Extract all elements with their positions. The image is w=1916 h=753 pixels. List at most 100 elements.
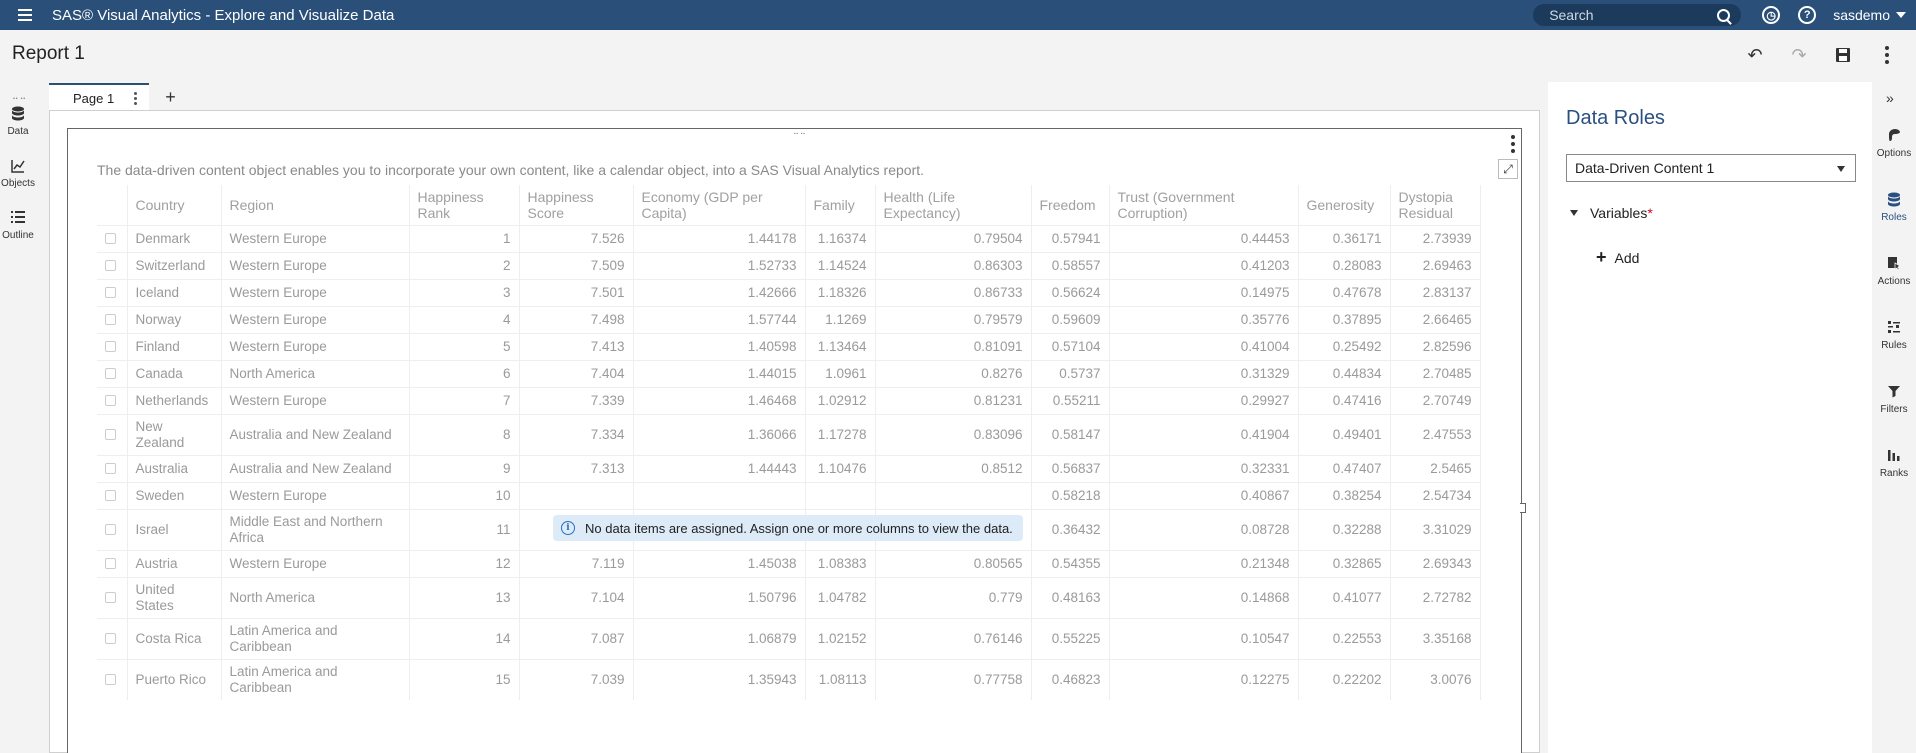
data-roles-pane: Data Roles Data-Driven Content 1 Variabl… [1548, 82, 1872, 753]
roles-icon [1872, 192, 1916, 212]
table-cell: 2.66465 [1390, 305, 1481, 333]
table-row[interactable]: Finland Western Europe 5 7.413 1.40598 1.1346… [97, 332, 1481, 360]
object-menu-icon[interactable] [1511, 135, 1515, 153]
expand-panel-icon[interactable]: » [1886, 90, 1894, 106]
row-checkbox[interactable] [105, 558, 116, 569]
rail-item-options[interactable]: Options [1872, 128, 1916, 159]
row-checkbox[interactable] [105, 463, 116, 474]
search-input[interactable] [1549, 7, 1718, 23]
row-checkbox[interactable] [105, 674, 116, 686]
table-cell: 0.41004 [1109, 332, 1299, 360]
table-cell: 7.413 [519, 332, 634, 360]
collapse-icon[interactable] [1570, 210, 1578, 216]
object-description: The data-driven content object enables y… [97, 162, 925, 178]
data-driven-content-object[interactable]: ⠒⠒ ⤢ The data-driven content object enab… [67, 128, 1526, 753]
chevron-down-icon[interactable] [1837, 166, 1845, 172]
table-cell: Middle East and Northern Africa [221, 508, 410, 550]
row-checkbox[interactable] [105, 314, 116, 325]
add-page-icon[interactable]: + [165, 87, 176, 108]
add-variable-button[interactable]: + Add [1596, 247, 1639, 268]
table-cell: 0.32331 [1109, 454, 1299, 482]
table-row[interactable]: Puerto Rico Latin America and Caribbean 15… [97, 658, 1481, 700]
table-header-row: Country Region Happiness Rank Happiness … [97, 185, 1481, 225]
table-row[interactable]: Netherlands Western Europe 7 7.339 1.46468 1.… [97, 386, 1481, 414]
row-select-cell [97, 413, 128, 455]
table-cell: 0.76146 [875, 617, 1032, 659]
rail-item-roles[interactable]: Roles [1872, 192, 1916, 223]
table-cell: Western Europe [221, 549, 410, 577]
rail-item-rules[interactable]: Rules [1872, 320, 1916, 351]
table-row[interactable]: Switzerland Western Europe 2 7.509 1.52733 1.… [97, 251, 1481, 279]
table-row[interactable]: Australia Australia and New Zealand 9 7.313… [97, 454, 1481, 482]
grip-icon[interactable]: ⠒⠒ [12, 94, 27, 105]
maximize-icon[interactable]: ⤢ [1498, 159, 1518, 179]
table-cell: 1.35943 [633, 658, 806, 700]
resize-handle[interactable] [1520, 503, 1526, 513]
database-icon [0, 106, 36, 126]
table-row[interactable]: Iceland Western Europe 3 7.501 1.42666 1.1832… [97, 278, 1481, 306]
row-checkbox[interactable] [105, 524, 116, 535]
table-cell: 0.41077 [1298, 576, 1391, 618]
row-checkbox[interactable] [105, 233, 116, 244]
save-icon[interactable] [1832, 44, 1854, 66]
more-options-icon[interactable] [1876, 44, 1898, 66]
rail-item-outline[interactable]: Outline [0, 210, 36, 241]
rail-item-objects[interactable]: Objects [0, 158, 36, 189]
variables-section[interactable]: Variables* [1570, 205, 1653, 221]
menu-icon[interactable] [0, 0, 50, 30]
tab-menu-icon[interactable] [134, 91, 138, 105]
table-cell: 7.087 [519, 617, 634, 659]
table-row[interactable]: Norway Western Europe 4 7.498 1.57744 1.1269 0… [97, 305, 1481, 333]
table-cell: 1.1269 [805, 305, 876, 333]
table-cell: Western Europe [221, 386, 410, 414]
table-cell: 0.58147 [1031, 413, 1110, 455]
table-cell: 1.42666 [633, 278, 806, 306]
rail-item-ranks[interactable]: Ranks [1872, 448, 1916, 479]
row-checkbox[interactable] [105, 490, 116, 501]
table-cell: 1.36066 [633, 413, 806, 455]
user-menu[interactable]: sasdemo [1833, 7, 1890, 23]
table-row[interactable]: United States North America 13 7.104 1.50796… [97, 576, 1481, 618]
table-cell: 0.55211 [1031, 386, 1110, 414]
rail-item-data[interactable]: Data [0, 106, 36, 137]
redo-icon[interactable]: ↷ [1788, 44, 1810, 66]
search-icon[interactable] [1717, 8, 1731, 22]
required-marker: * [1647, 205, 1653, 221]
rail-item-filters[interactable]: Filters [1872, 384, 1916, 415]
recent-icon[interactable]: ◷ [1762, 6, 1781, 24]
pane-title: Data Roles [1566, 107, 1665, 129]
row-checkbox[interactable] [105, 287, 116, 298]
row-checkbox[interactable] [105, 395, 116, 406]
grip-icon[interactable]: ⠒⠒ [793, 130, 807, 139]
row-checkbox[interactable] [105, 341, 116, 352]
table-row[interactable]: Denmark Western Europe 1 7.526 1.44178 1.1637… [97, 224, 1481, 252]
table-cell [805, 481, 876, 509]
table-row[interactable]: Austria Western Europe 12 7.119 1.45038 1.083… [97, 549, 1481, 577]
undo-icon[interactable]: ↶ [1744, 44, 1766, 66]
table-cell: 0.54355 [1031, 549, 1110, 577]
table-row[interactable]: Sweden Western Europe 10 0.58218 0.40867 0.38… [97, 481, 1481, 509]
table-cell: 4 [409, 305, 520, 333]
object-select[interactable]: Data-Driven Content 1 [1566, 154, 1856, 182]
row-checkbox[interactable] [105, 633, 116, 644]
row-checkbox[interactable] [105, 429, 116, 440]
help-icon[interactable]: ? [1798, 6, 1817, 24]
plus-icon: + [1596, 247, 1607, 267]
chevron-down-icon[interactable] [1896, 12, 1906, 18]
table-row[interactable]: New Zealand Australia and New Zealand 8 7.3… [97, 413, 1481, 455]
table-cell: 0.44834 [1298, 359, 1391, 387]
table-cell: 0.37895 [1298, 305, 1391, 333]
table-cell: 0.86303 [875, 251, 1032, 279]
column-header: Happiness Rank [409, 185, 520, 225]
table-cell: 1 [409, 224, 520, 252]
paint-icon [1872, 128, 1916, 148]
row-checkbox[interactable] [105, 260, 116, 271]
row-checkbox[interactable] [105, 592, 116, 603]
tab-page-1[interactable]: Page 1 [49, 83, 150, 111]
table-cell: 0.48163 [1031, 576, 1110, 618]
table-cell: 2.47553 [1390, 413, 1481, 455]
row-checkbox[interactable] [105, 368, 116, 379]
table-row[interactable]: Costa Rica Latin America and Caribbean 14 7… [97, 617, 1481, 659]
table-row[interactable]: Canada North America 6 7.404 1.44015 1.0961 0.… [97, 359, 1481, 387]
rail-item-actions[interactable]: Actions [1872, 256, 1916, 287]
